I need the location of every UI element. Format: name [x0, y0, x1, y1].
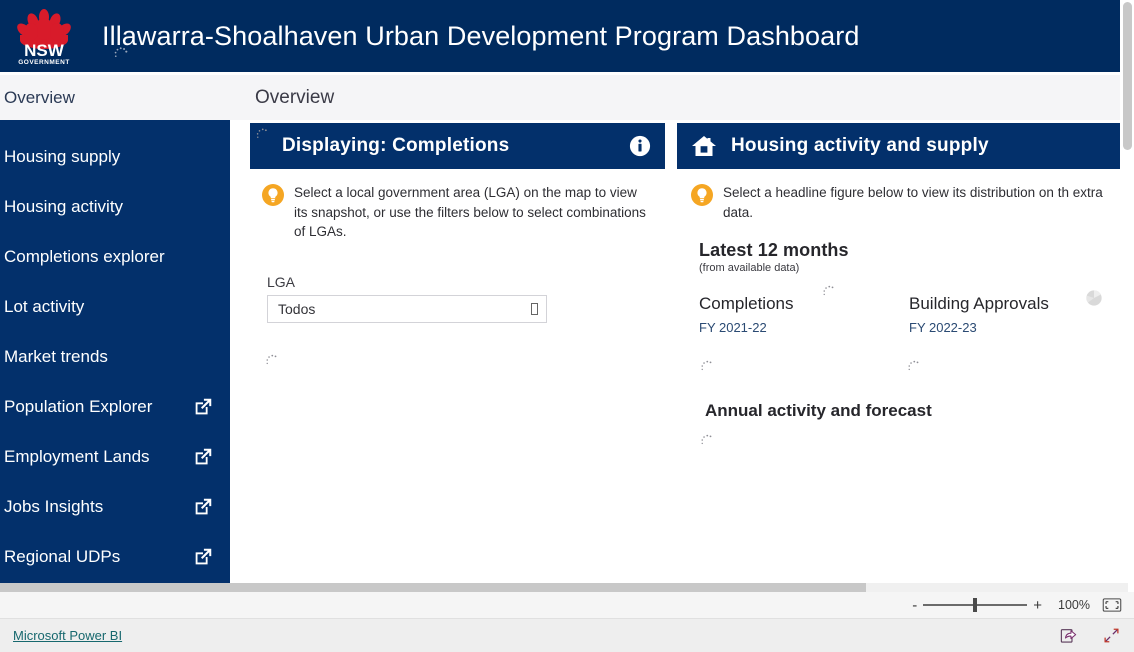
metric-label: Building Approvals [909, 294, 1049, 314]
zoom-in-button[interactable]: + [1027, 598, 1048, 613]
sidebar-nav: Housing supply Housing activity Completi… [0, 120, 230, 583]
sidebar-item-market-trends[interactable]: Market trends [0, 332, 230, 382]
sidebar-item-label: Market trends [4, 347, 108, 366]
zoom-slider[interactable] [923, 598, 1028, 612]
lga-select[interactable]: Todos [267, 294, 547, 323]
nsw-government-logo: NSW GOVERNMENT [0, 0, 88, 72]
right-card-header: Housing activity and supply [677, 123, 1128, 169]
right-card-title: Housing activity and supply [731, 135, 989, 156]
sidebar-item-label: Lot activity [4, 297, 85, 316]
center-card-tip-text: Select a local government area (LGA) on … [294, 185, 646, 240]
sidebar-breadcrumb: Overview [0, 75, 230, 120]
lightbulb-icon [262, 184, 284, 206]
sidebar-item-regional-udps[interactable]: Regional UDPs [0, 532, 230, 582]
app-header: NSW GOVERNMENT Illawarra-Shoalhaven Urba… [0, 0, 1128, 72]
headline-metrics: Completions FY 2021-22 Building Approval… [677, 285, 1128, 336]
vertical-scrollbar-track[interactable] [1120, 0, 1134, 583]
sidebar-item-label: Housing activity [4, 197, 124, 216]
metric-values-loading [677, 357, 1128, 375]
metric-value-spinner-building-approvals [906, 357, 1113, 375]
power-bi-report-viewport: NSW GOVERNMENT Illawarra-Shoalhaven Urba… [0, 0, 1134, 652]
power-bi-link[interactable]: Microsoft Power BI [13, 628, 122, 643]
sidebar-item-label: Jobs Insights [4, 497, 104, 516]
sidebar-item-housing-supply[interactable]: Housing supply [0, 132, 230, 182]
lightbulb-icon [691, 184, 713, 206]
metric-building-approvals[interactable]: Building Approvals FY 2022-23 [909, 290, 1119, 336]
page-header-bar: Overview [230, 75, 1128, 120]
chevron-down-icon [531, 302, 538, 315]
metric-completions[interactable]: Completions FY 2021-22 [699, 285, 909, 336]
metric-financial-year: FY 2021-22 [699, 320, 767, 336]
lga-filter-loading-spinner [264, 351, 665, 369]
share-icon[interactable] [1060, 627, 1077, 644]
sidebar-item-housing-activity[interactable]: Housing activity [0, 182, 230, 232]
zoom-slider-handle[interactable] [973, 598, 978, 612]
page-title: Overview [255, 86, 335, 108]
zoom-toolbar: - + 100% [0, 592, 1134, 619]
svg-text:GOVERNMENT: GOVERNMENT [18, 59, 70, 66]
home-icon [691, 134, 717, 158]
zoom-out-button[interactable]: - [906, 598, 923, 613]
loading-circle-icon [1085, 289, 1103, 312]
info-icon[interactable] [629, 135, 651, 157]
sidebar-item-label: Housing supply [4, 147, 121, 166]
center-card-title: Displaying: Completions [282, 135, 510, 156]
header-loading-spinner [112, 44, 130, 62]
latest-12-months-title: Latest 12 months [699, 240, 849, 261]
sidebar-item-label: Employment Lands [4, 447, 150, 466]
sidebar-item-jobs-insights[interactable]: Jobs Insights [0, 482, 230, 532]
external-link-icon [195, 398, 212, 415]
sidebar-item-completions-explorer[interactable]: Completions explorer [0, 232, 230, 282]
footer-actions [1060, 627, 1134, 644]
app-title: Illawarra-Shoalhaven Urban Development P… [102, 20, 860, 51]
horizontal-scrollbar-thumb[interactable] [0, 583, 866, 592]
external-link-icon [195, 498, 212, 515]
center-card-tip: Select a local government area (LGA) on … [250, 169, 665, 242]
svg-text:NSW: NSW [24, 41, 65, 60]
annual-activity-forecast-title: Annual activity and forecast [705, 401, 932, 421]
metric-label: Completions [699, 294, 794, 314]
nsw-waratah-logo-icon: NSW GOVERNMENT [17, 9, 71, 66]
displaying-completions-card: Displaying: Completions Select a local g… [250, 123, 665, 583]
external-link-icon [195, 548, 212, 565]
forecast-loading-spinner [699, 431, 1128, 449]
report-footer: Microsoft Power BI [0, 619, 1134, 652]
lga-select-value: Todos [278, 300, 316, 317]
metric-financial-year: FY 2022-23 [909, 320, 977, 336]
latest-12-months-subtitle: (from available data) [699, 262, 800, 275]
housing-activity-supply-card: Housing activity and supply Select a hea… [677, 123, 1128, 583]
center-card-loading-spinner [254, 125, 272, 143]
zoom-level-label: 100% [1058, 598, 1090, 612]
sidebar-item-label: Regional UDPs [4, 547, 121, 566]
right-card-tip: Select a headline figure below to view i… [677, 169, 1128, 222]
center-card-header: Displaying: Completions [250, 123, 665, 169]
metric-loading-spinner [821, 282, 839, 300]
sidebar-item-lot-activity[interactable]: Lot activity [0, 282, 230, 332]
sidebar-item-label: Completions explorer [4, 247, 165, 266]
sidebar-breadcrumb-label: Overview [4, 87, 75, 107]
metric-value-spinner-completions [699, 357, 906, 375]
fullscreen-icon[interactable] [1103, 627, 1120, 644]
sidebar-item-population-explorer[interactable]: Population Explorer [0, 382, 230, 432]
sidebar-item-employment-lands[interactable]: Employment Lands [0, 432, 230, 482]
right-card-tip-text: Select a headline figure below to view i… [723, 185, 1103, 220]
lga-filter-label: LGA [267, 273, 296, 290]
external-link-icon [195, 448, 212, 465]
vertical-scrollbar-thumb[interactable] [1123, 2, 1132, 150]
fit-to-page-icon[interactable] [1102, 598, 1122, 612]
sidebar-item-label: Population Explorer [4, 397, 153, 416]
